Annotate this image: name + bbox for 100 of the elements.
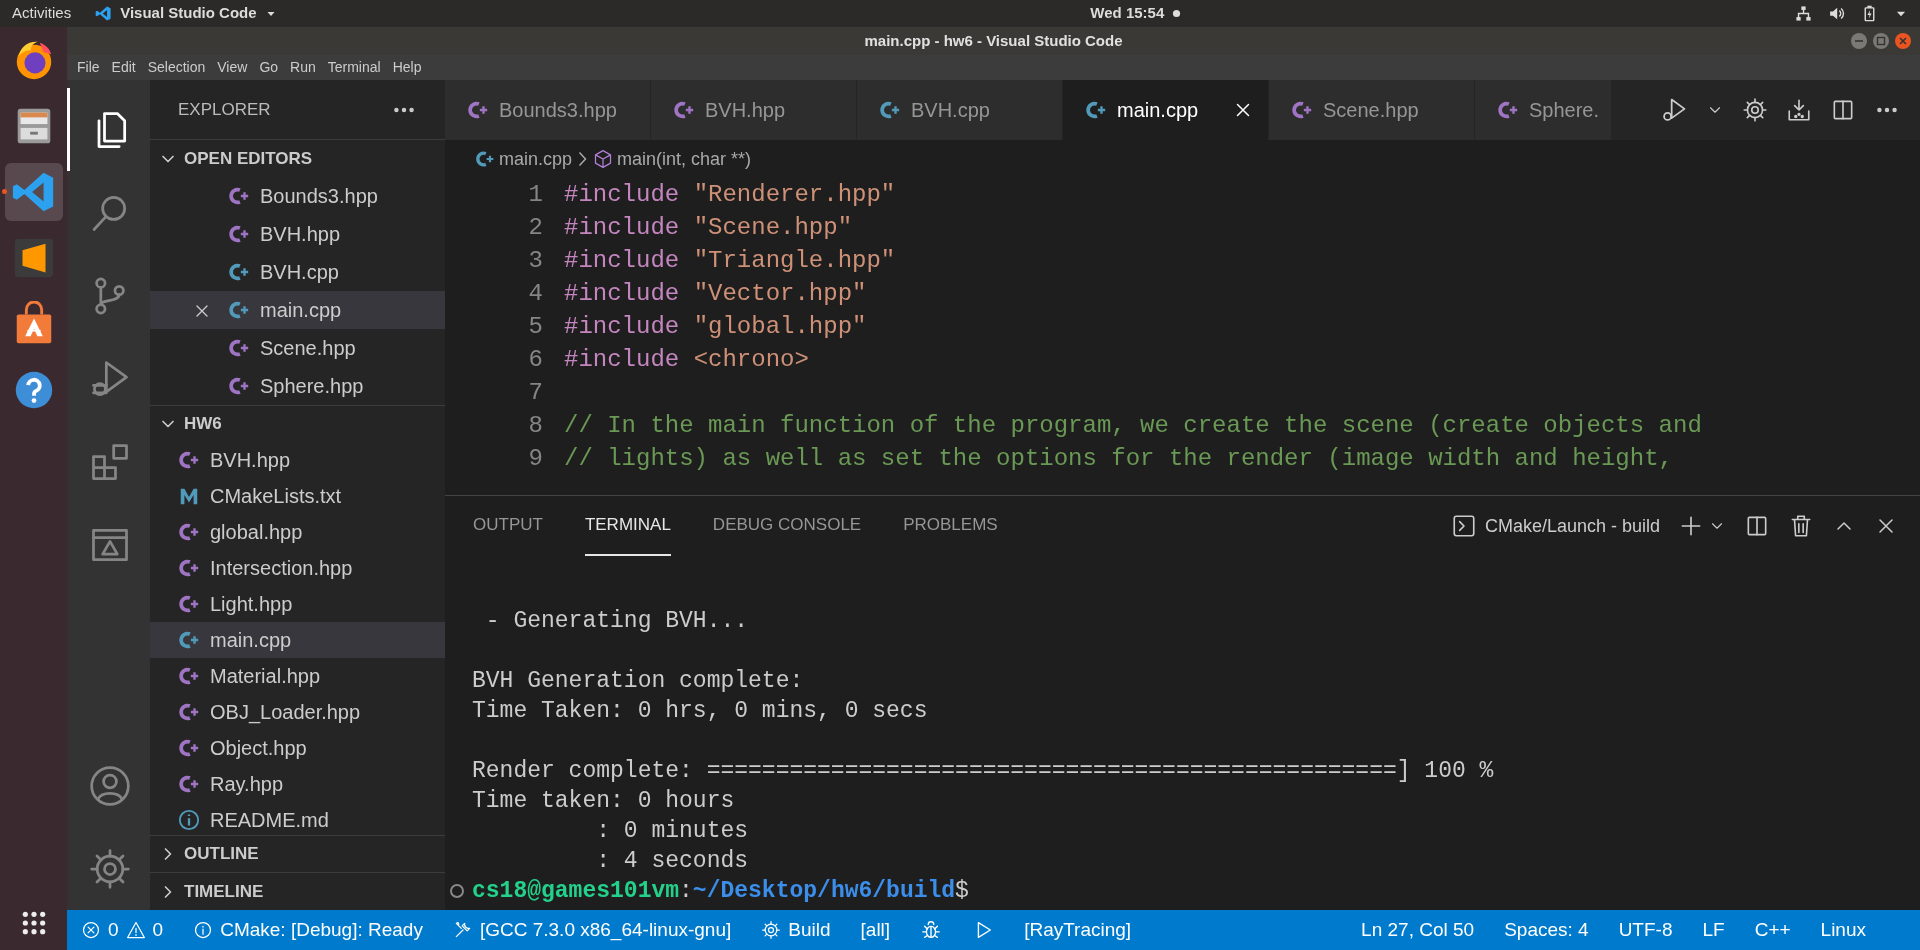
- editor-tab[interactable]: BVH.cpp: [857, 80, 1063, 140]
- terminal-line: : 0 minutes: [595, 817, 750, 846]
- status-item[interactable]: Build: [761, 915, 831, 945]
- tree-item[interactable]: OBJ_Loader.hpp: [150, 694, 445, 731]
- code-line: #include "Renderer.hpp": [563, 180, 896, 210]
- open-editor-entry[interactable]: Scene.hpp: [150, 328, 445, 367]
- panel-tab[interactable]: PROBLEMS: [903, 496, 998, 556]
- header-file-icon: [673, 99, 695, 121]
- editor-tab[interactable]: Sphere.: [1475, 80, 1613, 140]
- menu-item[interactable]: Run: [284, 57, 322, 78]
- tree-item[interactable]: Ray.hpp: [150, 766, 445, 803]
- open-editor-entry[interactable]: main.cpp: [150, 290, 445, 329]
- line-number: 4: [527, 279, 544, 309]
- section-header[interactable]: OUTLINE: [150, 834, 445, 873]
- header-file-icon: [1291, 99, 1313, 121]
- maximize-button[interactable]: [1872, 32, 1890, 50]
- status-item[interactable]: Linux: [1820, 915, 1866, 945]
- notification-dot-icon: [1172, 9, 1182, 18]
- terminal-selector[interactable]: CMake/Launch - build: [1450, 512, 1660, 540]
- debug-icon[interactable]: [920, 919, 943, 941]
- info-file-icon: [178, 809, 200, 832]
- open-editor-entry[interactable]: Bounds3.hpp: [150, 176, 445, 215]
- section-header[interactable]: OPEN EDITORS: [150, 139, 445, 177]
- problems-status[interactable]: 0 0: [81, 915, 164, 945]
- breadcrumb-item[interactable]: main.cpp: [475, 145, 573, 173]
- account-icon[interactable]: [88, 763, 132, 808]
- status-item[interactable]: [GCC 7.3.0 x86_64-linux-gnu]: [452, 915, 732, 945]
- warning-icon: [125, 920, 146, 940]
- menu-item[interactable]: Help: [386, 57, 428, 78]
- terminal-line: : 4 seconds: [595, 847, 750, 876]
- app-grid-icon[interactable]: [20, 910, 47, 936]
- panel-tab[interactable]: OUTPUT: [473, 496, 543, 556]
- tree-item[interactable]: Intersection.hpp: [150, 550, 445, 587]
- source-file-icon: [475, 149, 495, 169]
- line-number: 5: [527, 312, 544, 342]
- terminal-prompt: cs18@games101vm:~/Desktop/hw6/build$: [472, 878, 969, 904]
- activities-button[interactable]: Activities: [12, 2, 72, 25]
- tree-item[interactable]: main.cpp: [150, 622, 445, 659]
- sidebar-title: EXPLORER: [178, 98, 271, 121]
- download-icon[interactable]: [1786, 97, 1812, 123]
- terminal-line: Render complete: ==================================================] 100 %: [472, 757, 1495, 786]
- close-button[interactable]: [1894, 32, 1912, 50]
- tree-item[interactable]: Object.hpp: [150, 730, 445, 767]
- clock[interactable]: Wed 15:54: [890, 2, 1182, 25]
- editor-tab[interactable]: Bounds3.hpp: [445, 80, 651, 140]
- line-number: 8: [527, 411, 544, 441]
- status-item[interactable]: CMake: [Debug]: Ready: [193, 915, 423, 945]
- status-item[interactable]: Spaces: 4: [1504, 915, 1589, 945]
- section-header[interactable]: HW6: [150, 404, 445, 443]
- line-number: 2: [527, 213, 544, 243]
- menu-item[interactable]: View: [211, 57, 254, 78]
- tree-item[interactable]: BVH.hpp: [150, 442, 445, 479]
- open-editor-entry[interactable]: BVH.hpp: [150, 214, 445, 253]
- status-item[interactable]: C++: [1754, 915, 1791, 945]
- open-editor-entry[interactable]: Sphere.hpp: [150, 366, 445, 405]
- status-item[interactable]: UTF-8: [1618, 915, 1673, 945]
- code-line: #include "Vector.hpp": [563, 279, 867, 309]
- tree-item[interactable]: Material.hpp: [150, 658, 445, 695]
- tree-item[interactable]: global.hpp: [150, 514, 445, 551]
- window-title: main.cpp - hw6 - Visual Studio Code: [864, 30, 1123, 51]
- breadcrumb-item[interactable]: main(int, char **): [593, 145, 752, 173]
- menu-item[interactable]: Edit: [105, 57, 142, 78]
- tree-item[interactable]: README.md: [150, 802, 445, 835]
- source-file-icon: [879, 99, 901, 121]
- terminal-icon: [1450, 513, 1477, 539]
- editor-tab[interactable]: main.cpp: [1063, 80, 1269, 140]
- terminal-line: Time Taken: 0 hrs, 0 mins, 0 secs: [472, 697, 929, 726]
- gear-icon: [761, 920, 782, 940]
- code-line: #include "Triangle.hpp": [563, 246, 896, 276]
- run-debug-icon[interactable]: [1660, 96, 1688, 124]
- status-item[interactable]: [RayTracing]: [1024, 915, 1132, 945]
- vscode-icon: [95, 5, 113, 22]
- header-file-icon: [467, 99, 489, 121]
- line-number: 7: [527, 378, 544, 408]
- menu-item[interactable]: File: [71, 57, 106, 78]
- open-editor-entry[interactable]: BVH.cpp: [150, 252, 445, 291]
- editor-tab[interactable]: Scene.hpp: [1269, 80, 1475, 140]
- network-icon[interactable]: [1795, 5, 1812, 22]
- app-menu[interactable]: Visual Studio Code: [95, 2, 277, 25]
- status-item[interactable]: [all]: [860, 915, 891, 945]
- settings-icon[interactable]: [1742, 97, 1768, 123]
- panel-tab[interactable]: TERMINAL: [584, 496, 671, 556]
- menu-item[interactable]: Go: [253, 57, 285, 78]
- minimize-button[interactable]: [1850, 32, 1868, 50]
- menu-item[interactable]: Selection: [141, 57, 212, 78]
- info-icon: [193, 920, 214, 940]
- volume-icon[interactable]: [1828, 5, 1845, 22]
- menu-item[interactable]: Terminal: [321, 57, 387, 78]
- tree-item[interactable]: Light.hpp: [150, 586, 445, 623]
- status-item[interactable]: Ln 27, Col 50: [1361, 915, 1475, 945]
- terminal-line: - Generating BVH...: [484, 607, 750, 636]
- method-icon: [593, 149, 614, 169]
- panel-tab[interactable]: DEBUG CONSOLE: [712, 496, 862, 556]
- code-line: #include <chrono>: [563, 345, 809, 375]
- header-file-icon: [1497, 99, 1519, 121]
- tree-item[interactable]: CMakeLists.txt: [150, 478, 445, 515]
- status-item[interactable]: LF: [1702, 915, 1725, 945]
- separator-icon: [578, 151, 588, 167]
- code-line: // lights) as well as set the options for the render (image width and height,: [563, 444, 1673, 474]
- editor-tab[interactable]: BVH.hpp: [651, 80, 857, 140]
